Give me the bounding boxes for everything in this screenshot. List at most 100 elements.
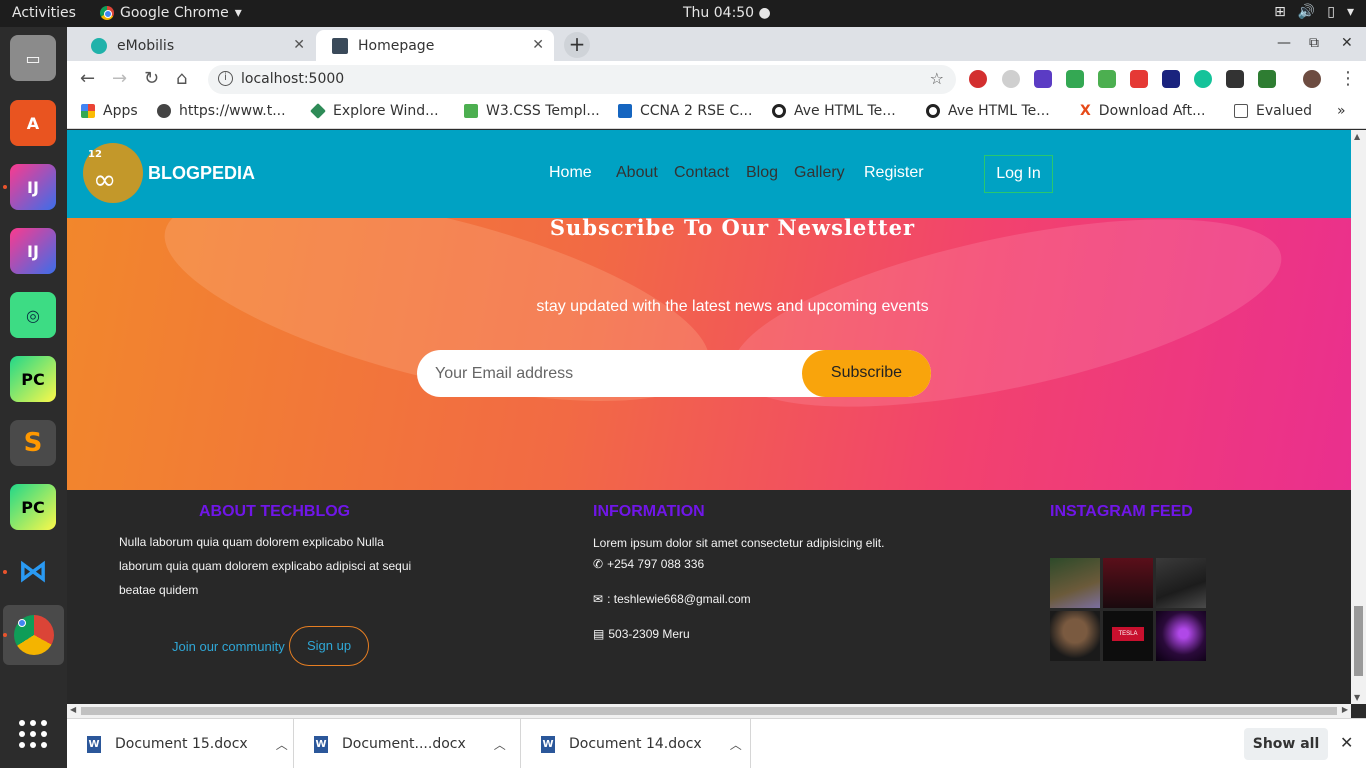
bookmark-label: CCNA 2 RSE C...: [640, 103, 753, 119]
phone-number: +254 797 088 336: [607, 557, 705, 571]
instagram-photo[interactable]: [1156, 558, 1206, 608]
nav-home[interactable]: Home: [549, 164, 592, 182]
close-icon[interactable]: ✕: [532, 37, 544, 53]
bookmark-item[interactable]: Explore Wind...: [310, 103, 439, 119]
extension-icon[interactable]: [1258, 70, 1276, 88]
intellij-icon[interactable]: IJ: [10, 228, 56, 274]
reload-icon[interactable]: ↻: [144, 68, 159, 89]
chevron-up-icon[interactable]: ︿: [494, 736, 506, 753]
scroll-up-icon[interactable]: ▲: [1354, 132, 1360, 141]
activities-button[interactable]: Activities: [12, 5, 76, 21]
tab-emobilis[interactable]: eMobilis ✕: [75, 30, 315, 61]
scroll-right-icon[interactable]: ▶: [1342, 705, 1348, 714]
address-bar[interactable]: i localhost:5000 ☆: [208, 65, 956, 94]
extension-icon[interactable]: [1226, 70, 1244, 88]
info-icon[interactable]: i: [218, 71, 233, 86]
sublime-text-icon[interactable]: S: [10, 420, 56, 466]
info-text-label: Lorem ipsum dolor sit amet consectetur a…: [593, 536, 885, 550]
adblock-icon[interactable]: [969, 70, 987, 88]
scrollbar-thumb[interactable]: [1354, 606, 1363, 676]
bookmark-item[interactable]: CCNA 2 RSE C...: [618, 103, 752, 119]
nav-register[interactable]: Register: [864, 164, 924, 182]
app-menu[interactable]: Google Chrome ▾: [100, 5, 242, 21]
tab-homepage[interactable]: Homepage ✕: [316, 30, 554, 61]
about-heading: ABOUT TECHBLOG: [199, 503, 351, 520]
bookmark-label: Apps: [103, 103, 138, 119]
instagram-heading: INSTAGRAM FEED: [1050, 503, 1193, 520]
bookmark-item[interactable]: Ave HTML Te...: [772, 103, 896, 119]
nav-gallery[interactable]: Gallery: [794, 164, 845, 182]
instagram-photo[interactable]: [1050, 558, 1100, 608]
maximize-icon[interactable]: ⧉: [1309, 35, 1319, 51]
bookmark-item[interactable]: W3.CSS Templ...: [464, 103, 600, 119]
chrome-icon: [13, 615, 54, 655]
site-logo[interactable]: 12 ∞: [83, 143, 143, 203]
url-text[interactable]: localhost:5000: [241, 71, 344, 87]
tesla-sign: TESLA: [1112, 627, 1144, 641]
signup-button[interactable]: Sign up: [289, 626, 369, 666]
nav-contact[interactable]: Contact: [674, 164, 729, 182]
extension-icon[interactable]: [1034, 70, 1052, 88]
subscribe-button[interactable]: Subscribe: [802, 350, 931, 397]
home-icon[interactable]: ⌂: [176, 68, 187, 89]
chevron-up-icon[interactable]: ︿: [276, 736, 288, 753]
download-item[interactable]: W Document 15.docx ︿: [67, 719, 294, 768]
grammarly-icon[interactable]: [1194, 70, 1212, 88]
bookmark-item[interactable]: X Download Aft...: [1080, 103, 1205, 119]
close-window-icon[interactable]: ✕: [1341, 35, 1353, 51]
bookmark-star-icon[interactable]: ☆: [930, 69, 944, 88]
bookmark-apps[interactable]: Apps: [81, 103, 138, 119]
back-icon[interactable]: ←: [80, 68, 95, 89]
show-applications-icon[interactable]: [10, 711, 56, 757]
intellij-icon[interactable]: IJ: [10, 164, 56, 210]
files-icon[interactable]: ▭: [10, 35, 56, 81]
circle-icon: [926, 104, 940, 118]
scrollbar-thumb[interactable]: [81, 707, 1337, 715]
login-button[interactable]: Log In: [984, 155, 1053, 193]
close-icon[interactable]: ✕: [293, 37, 305, 53]
chevron-down-icon: ▾: [234, 5, 242, 21]
scroll-left-icon[interactable]: ◀: [70, 705, 76, 714]
menu-icon[interactable]: ⋮: [1339, 68, 1357, 89]
clock[interactable]: Thu 04:50 ●: [683, 5, 771, 21]
extension-icon[interactable]: [1162, 70, 1180, 88]
system-tray[interactable]: ⊞ 🔊 ▯ ▾: [1274, 4, 1354, 20]
chevron-up-icon[interactable]: ︿: [730, 736, 742, 753]
software-center-icon[interactable]: A: [10, 100, 56, 146]
extension-icon[interactable]: [1002, 70, 1020, 88]
nav-about[interactable]: About: [616, 164, 658, 182]
nav-blog[interactable]: Blog: [746, 164, 778, 182]
show-all-button[interactable]: Show all: [1244, 728, 1328, 760]
bookmarks-overflow[interactable]: »: [1337, 103, 1346, 119]
bookmark-item[interactable]: Ave HTML Te...: [926, 103, 1050, 119]
android-studio-icon[interactable]: ◎: [10, 292, 56, 338]
bookmark-item[interactable]: https://www.t...: [157, 103, 286, 119]
avatar[interactable]: [1303, 70, 1321, 88]
close-icon[interactable]: ✕: [1340, 733, 1353, 752]
instagram-photo[interactable]: [1050, 611, 1100, 661]
download-item[interactable]: W Document 14.docx ︿: [521, 719, 751, 768]
pycharm-icon[interactable]: PC: [10, 484, 56, 530]
horizontal-scrollbar[interactable]: ◀ ▶: [67, 704, 1351, 718]
vscode-icon[interactable]: ⋈: [10, 548, 56, 594]
instagram-photo[interactable]: TESLA: [1103, 611, 1153, 661]
chrome-dock-item[interactable]: [3, 605, 64, 665]
extension-icon[interactable]: [1098, 70, 1116, 88]
scroll-down-icon[interactable]: ▼: [1354, 693, 1360, 702]
extension-icon[interactable]: [1066, 70, 1084, 88]
vertical-scrollbar[interactable]: ▲ ▼: [1351, 130, 1366, 704]
minimize-icon[interactable]: —: [1277, 35, 1291, 51]
bookmark-label: Evalued: [1256, 103, 1312, 119]
tab-title: eMobilis: [117, 37, 175, 54]
instagram-photo[interactable]: [1156, 611, 1206, 661]
pycharm-icon[interactable]: PC: [10, 356, 56, 402]
w3schools-icon: [464, 104, 478, 118]
bookmark-item[interactable]: Evalued: [1234, 103, 1312, 119]
extension-icon[interactable]: [1130, 70, 1148, 88]
forward-icon[interactable]: →: [112, 68, 127, 89]
new-tab-button[interactable]: +: [564, 32, 590, 58]
email-field[interactable]: [435, 350, 795, 397]
instagram-photo[interactable]: [1103, 558, 1153, 608]
download-item[interactable]: W Document....docx ︿: [294, 719, 521, 768]
brand-name[interactable]: BLOGPEDIA: [148, 163, 255, 184]
